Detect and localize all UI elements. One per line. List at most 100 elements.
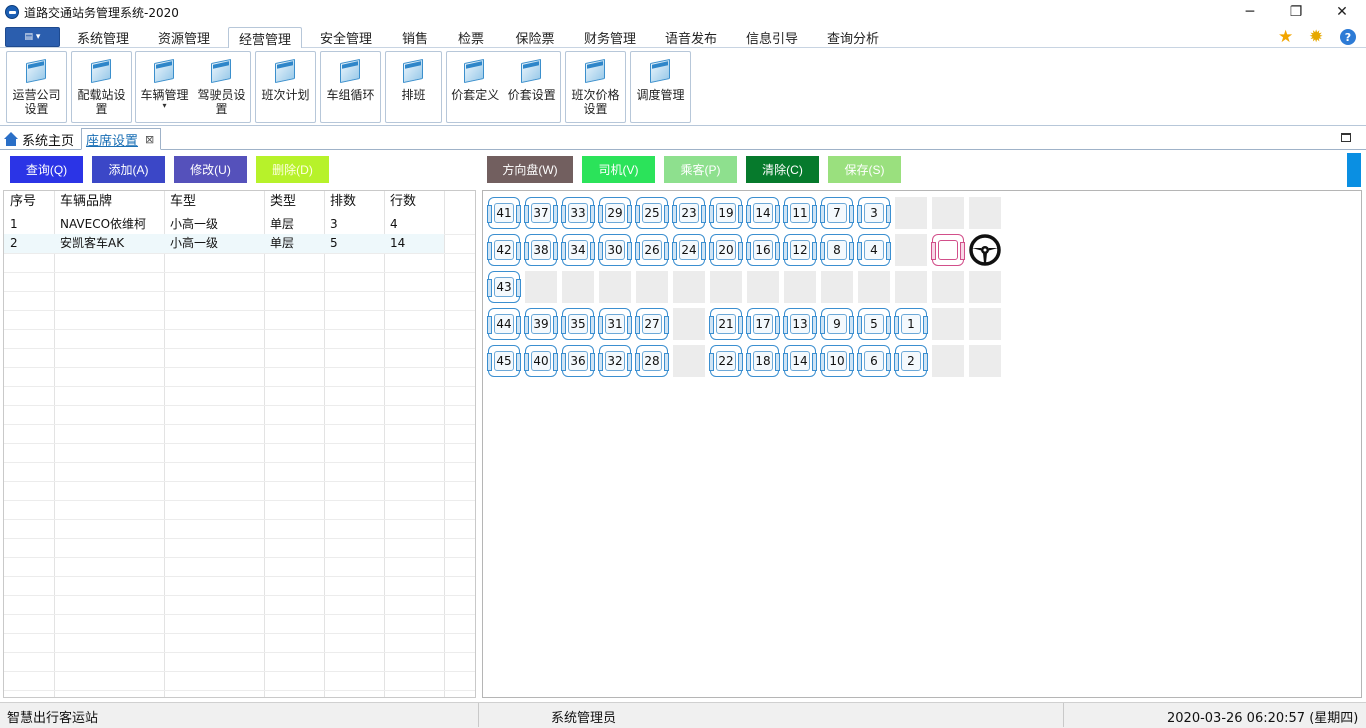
passenger-seat[interactable]: 36 — [561, 345, 595, 377]
passenger-button[interactable]: 乘客(P) — [664, 156, 737, 183]
ribbon-operating-company-settings[interactable]: 运营公司 设置 — [6, 51, 67, 123]
help-icon[interactable]: ? — [1340, 29, 1356, 45]
restore-button[interactable]: ❐ — [1273, 0, 1319, 24]
ribbon-loading-station-settings[interactable]: 配载站设 置 — [71, 51, 132, 123]
close-button[interactable]: ✕ — [1319, 0, 1365, 24]
passenger-seat[interactable]: 22 — [709, 345, 743, 377]
empty-seat-slot[interactable] — [932, 271, 964, 303]
empty-seat-slot[interactable] — [969, 345, 1001, 377]
tab-resource-management[interactable]: 资源管理 — [146, 27, 222, 48]
tab-finance-management[interactable]: 财务管理 — [573, 27, 647, 48]
app-menu-button[interactable]: ▤ ▾ — [5, 27, 60, 47]
empty-seat-slot[interactable] — [525, 271, 557, 303]
passenger-seat[interactable]: 32 — [598, 345, 632, 377]
passenger-seat[interactable]: 19 — [709, 197, 743, 229]
empty-seat-slot[interactable] — [784, 271, 816, 303]
ribbon-price-set-settings[interactable]: 价套设置 — [504, 52, 561, 102]
empty-seat-slot[interactable] — [673, 345, 705, 377]
passenger-seat[interactable]: 45 — [487, 345, 521, 377]
passenger-seat[interactable]: 13 — [783, 308, 817, 340]
passenger-seat[interactable]: 43 — [487, 271, 521, 303]
empty-seat-slot[interactable] — [895, 234, 927, 266]
passenger-seat[interactable]: 4 — [857, 234, 891, 266]
add-button[interactable]: 添加(A) — [92, 156, 165, 183]
empty-seat-slot[interactable] — [932, 308, 964, 340]
ribbon-dispatch-management[interactable]: 调度管理 — [630, 51, 691, 123]
tab-operation-management[interactable]: 经营管理 — [228, 27, 302, 48]
ribbon-driver-settings[interactable]: 驾驶员设 置 — [193, 52, 250, 116]
empty-seat-slot[interactable] — [969, 271, 1001, 303]
query-button[interactable]: 查询(Q) — [10, 156, 83, 183]
passenger-seat[interactable]: 33 — [561, 197, 595, 229]
passenger-seat[interactable]: 18 — [746, 345, 780, 377]
clear-button[interactable]: 清除(C) — [746, 156, 819, 183]
close-tab-icon[interactable]: ⊠ — [145, 133, 154, 146]
passenger-seat[interactable]: 29 — [598, 197, 632, 229]
passenger-seat[interactable]: 7 — [820, 197, 854, 229]
passenger-seat[interactable]: 8 — [820, 234, 854, 266]
empty-seat-slot[interactable] — [673, 271, 705, 303]
driver-button[interactable]: 司机(V) — [582, 156, 655, 183]
passenger-seat[interactable]: 30 — [598, 234, 632, 266]
passenger-seat[interactable]: 21 — [709, 308, 743, 340]
table-header-cell[interactable]: 排数 — [324, 191, 384, 215]
empty-seat-slot[interactable] — [562, 271, 594, 303]
maximize-panel-icon[interactable] — [1341, 133, 1351, 142]
ribbon-schedule-plan[interactable]: 班次计划 — [255, 51, 316, 123]
passenger-seat[interactable]: 16 — [746, 234, 780, 266]
passenger-seat[interactable]: 25 — [635, 197, 669, 229]
tab-home[interactable]: 系统主页 — [3, 129, 74, 149]
passenger-seat[interactable]: 23 — [672, 197, 706, 229]
side-panel-handle[interactable] — [1347, 153, 1361, 187]
driver-seat[interactable] — [931, 234, 965, 266]
table-header-cell[interactable]: 车辆品牌 — [54, 191, 164, 215]
passenger-seat[interactable]: 11 — [783, 197, 817, 229]
tab-voice-broadcast[interactable]: 语音发布 — [654, 27, 728, 48]
passenger-seat[interactable]: 9 — [820, 308, 854, 340]
ribbon-shift-scheduling[interactable]: 排班 — [385, 51, 442, 123]
passenger-seat[interactable]: 26 — [635, 234, 669, 266]
empty-seat-slot[interactable] — [858, 271, 890, 303]
passenger-seat[interactable]: 37 — [524, 197, 558, 229]
empty-seat-slot[interactable] — [821, 271, 853, 303]
save-button[interactable]: 保存(S) — [828, 156, 901, 183]
passenger-seat[interactable]: 24 — [672, 234, 706, 266]
passenger-seat[interactable]: 14 — [746, 197, 780, 229]
passenger-seat[interactable]: 2 — [894, 345, 928, 377]
passenger-seat[interactable]: 39 — [524, 308, 558, 340]
passenger-seat[interactable]: 34 — [561, 234, 595, 266]
empty-seat-slot[interactable] — [969, 197, 1001, 229]
ribbon-vehicle-management[interactable]: 车辆管理 ▾ — [136, 52, 193, 110]
empty-seat-slot[interactable] — [969, 308, 1001, 340]
steering-wheel-button[interactable]: 方向盘(W) — [487, 156, 573, 183]
edit-button[interactable]: 修改(U) — [174, 156, 247, 183]
tab-ticket-check[interactable]: 检票 — [448, 27, 494, 48]
tab-seat-settings[interactable]: 座席设置 ⊠ — [81, 128, 161, 150]
passenger-seat[interactable]: 1 — [894, 308, 928, 340]
tab-info-guide[interactable]: 信息引导 — [735, 27, 809, 48]
empty-seat-slot[interactable] — [636, 271, 668, 303]
empty-seat-slot[interactable] — [895, 271, 927, 303]
ribbon-schedule-price-settings[interactable]: 班次价格 设置 — [565, 51, 626, 123]
minimize-button[interactable]: ─ — [1227, 0, 1273, 24]
passenger-seat[interactable]: 27 — [635, 308, 669, 340]
tab-system-management[interactable]: 系统管理 — [66, 27, 140, 48]
passenger-seat[interactable]: 42 — [487, 234, 521, 266]
empty-seat-slot[interactable] — [747, 271, 779, 303]
empty-seat-slot[interactable] — [895, 197, 927, 229]
empty-seat-slot[interactable] — [710, 271, 742, 303]
ribbon-vehicle-group-cycle[interactable]: 车组循环 — [320, 51, 381, 123]
passenger-seat[interactable]: 20 — [709, 234, 743, 266]
passenger-seat[interactable]: 6 — [857, 345, 891, 377]
tab-insurance-ticket[interactable]: 保险票 — [505, 27, 565, 48]
tab-safety-management[interactable]: 安全管理 — [309, 27, 383, 48]
passenger-seat[interactable]: 17 — [746, 308, 780, 340]
ribbon-price-set-definition[interactable]: 价套定义 — [447, 52, 504, 102]
passenger-seat[interactable]: 38 — [524, 234, 558, 266]
tab-sales[interactable]: 销售 — [392, 27, 438, 48]
delete-button[interactable]: 删除(D) — [256, 156, 329, 183]
table-header-cell[interactable]: 车型 — [164, 191, 264, 215]
empty-seat-slot[interactable] — [932, 197, 964, 229]
passenger-seat[interactable]: 28 — [635, 345, 669, 377]
passenger-seat[interactable]: 35 — [561, 308, 595, 340]
